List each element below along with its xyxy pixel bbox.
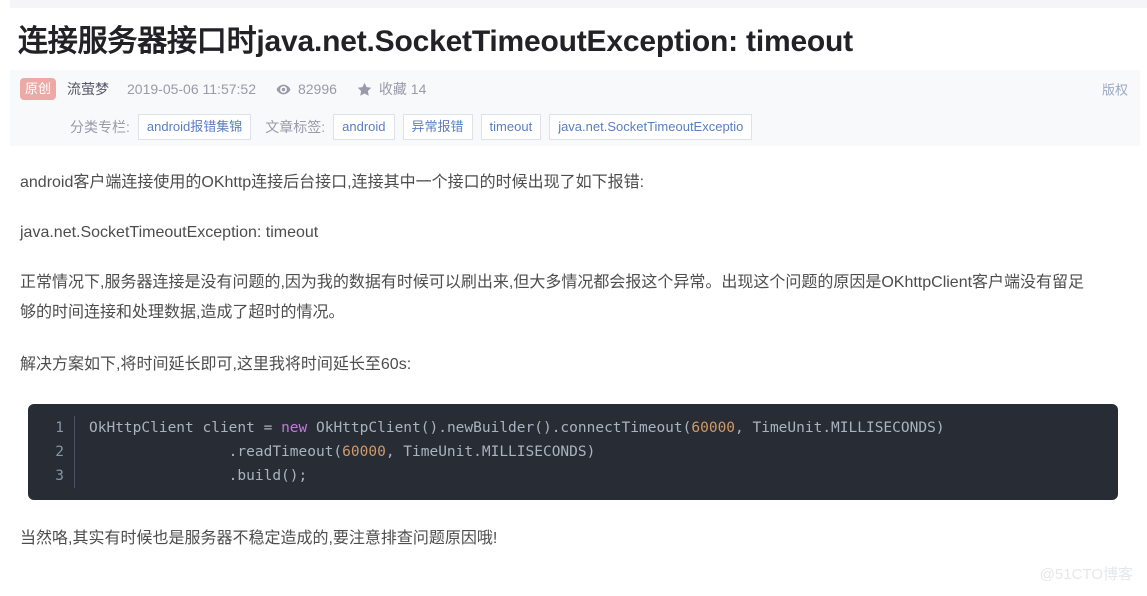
favorites-stat: 收藏 14 (357, 79, 426, 99)
tag-chip[interactable]: java.net.SocketTimeoutExceptio (549, 114, 753, 140)
code-number: 60000 (691, 420, 736, 436)
star-icon (357, 82, 372, 97)
article-body: android客户端连接使用的OKhttp连接后台接口,连接其中一个接口的时候出… (0, 168, 1147, 554)
copyright-link[interactable]: 版权 (1102, 80, 1128, 99)
code-line-numbers: 123 (28, 416, 75, 488)
page-title: 连接服务器接口时java.net.SocketTimeoutException:… (18, 25, 853, 58)
category-chip[interactable]: android报错集锦 (137, 114, 252, 140)
code-line: .build(); (89, 468, 308, 484)
tag-chip[interactable]: 异常报错 (402, 114, 473, 140)
publish-time: 2019-05-06 11:57:52 (127, 81, 256, 97)
code-segment: OkHttpClient client = (89, 420, 282, 436)
tag-chip[interactable]: timeout (480, 114, 542, 140)
taxonomy-row: 分类专栏: android报错集锦 文章标签: android 异常报错 tim… (10, 108, 1140, 146)
code-line: .readTimeout(60000, TimeUnit.MILLISECOND… (89, 444, 596, 460)
body-paragraph-exception: java.net.SocketTimeoutException: timeout (20, 224, 319, 241)
views-stat: 82996 (276, 81, 337, 97)
body-paragraph: 解决方案如下,将时间延长即可,这里我将时间延长至60s: (20, 356, 412, 373)
body-paragraph: 正常情况下,服务器连接是没有问题的,因为我的数据有时候可以刷出来,但大多情况都会… (20, 274, 1085, 321)
views-count: 82996 (297, 81, 337, 97)
code-block[interactable]: 123 OkHttpClient client = new OkHttpClie… (28, 404, 1118, 500)
top-strip (0, 0, 1147, 8)
body-paragraph: 当然咯,其实有时候也是服务器不稳定造成的,要注意排查问题原因哦! (20, 530, 498, 547)
code-line: OkHttpClient client = new OkHttpClient()… (89, 420, 945, 436)
body-paragraph: android客户端连接使用的OKhttp连接后台接口,连接其中一个接口的时候出… (20, 174, 645, 191)
original-badge: 原创 (20, 78, 57, 100)
category-label: 分类专栏: (70, 119, 130, 135)
tags-label: 文章标签: (265, 119, 326, 135)
code-number: 60000 (342, 444, 386, 460)
watermark: @51CTO博客 (1039, 566, 1133, 583)
meta-row: 原创 流萤梦 2019-05-06 11:57:52 82996 收藏 14 版… (10, 70, 1140, 108)
code-keyword: new (281, 420, 308, 436)
code-segment: .build(); (89, 468, 308, 484)
article-meta-bar: 原创 流萤梦 2019-05-06 11:57:52 82996 收藏 14 版… (10, 70, 1140, 146)
code-content[interactable]: OkHttpClient client = new OkHttpClient()… (75, 416, 945, 488)
code-segment: OkHttpClient().newBuilder().connectTimeo… (307, 420, 692, 436)
code-segment: , TimeUnit.MILLISECONDS) (385, 444, 596, 460)
article-page: 连接服务器接口时java.net.SocketTimeoutException:… (0, 8, 1147, 554)
eye-icon (276, 82, 291, 97)
code-segment: .readTimeout( (89, 444, 343, 460)
tag-chip[interactable]: android (333, 114, 395, 140)
author-name[interactable]: 流萤梦 (67, 79, 109, 99)
favorites-count: 收藏 14 (378, 81, 427, 97)
code-segment: , TimeUnit.MILLISECONDS) (735, 420, 945, 436)
